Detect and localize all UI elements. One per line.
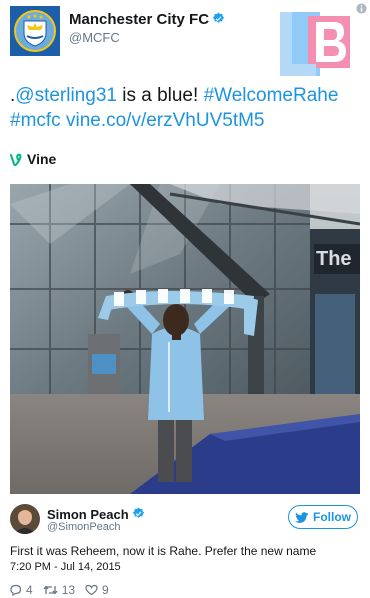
- vine-logo-icon: [10, 153, 22, 167]
- verified-badge-icon: [212, 12, 225, 23]
- lb-watermark: [278, 8, 354, 80]
- video-frame-image: The: [10, 184, 360, 494]
- reply-timestamp[interactable]: 7:20 PM - Jul 14, 2015: [10, 561, 121, 573]
- simon-peach-avatar[interactable]: [10, 504, 40, 534]
- account-name-text: Manchester City FC: [69, 11, 210, 28]
- follow-label: Follow: [313, 510, 351, 524]
- reply-author-handle[interactable]: @SimonPeach: [47, 521, 121, 533]
- vine-card-label[interactable]: Vine: [10, 151, 56, 169]
- follow-button[interactable]: Follow: [288, 505, 358, 529]
- tweet-link[interactable]: @sterling31: [15, 85, 117, 106]
- tweet-link[interactable]: #WelcomeRahe: [204, 85, 339, 106]
- reply-author-name-text: Simon Peach: [47, 507, 129, 522]
- tweet-embed: Manchester City FC @MCFC .@sterling31 is…: [0, 0, 370, 598]
- lb-logo-icon: [280, 12, 350, 76]
- vine-label: Vine: [27, 151, 57, 167]
- account-handle[interactable]: @MCFC: [69, 30, 120, 45]
- retweet-icon: [43, 585, 58, 595]
- like-count: 9: [102, 583, 109, 597]
- reply-tweet: Simon Peach @SimonPeach Follow First it …: [10, 503, 362, 597]
- reply-text: First it was Reheem, now it is Rahe. Pre…: [10, 544, 317, 558]
- reply-actions: 4 13 9: [10, 583, 119, 597]
- heart-icon: [85, 584, 98, 596]
- verified-badge-icon: [132, 507, 144, 518]
- tweet-link[interactable]: #mcfc: [10, 110, 61, 131]
- like-action[interactable]: 9: [85, 583, 109, 597]
- retweet-action[interactable]: 13: [43, 583, 75, 597]
- retweet-count: 13: [61, 583, 76, 597]
- info-icon[interactable]: [356, 3, 367, 14]
- tweet-text: .@sterling31 is a blue! #WelcomeRahe #mc…: [10, 83, 360, 133]
- reply-author-name[interactable]: Simon Peach: [47, 507, 145, 522]
- avatar-photo-icon: [10, 504, 40, 534]
- building-sign-text: The: [316, 248, 352, 270]
- vine-video-frame[interactable]: The: [10, 184, 360, 494]
- manchester-city-crest-icon: [10, 6, 60, 56]
- tweet-link[interactable]: vine.co/v/erzVhUV5tM5: [66, 110, 265, 131]
- reply-icon: [10, 584, 22, 596]
- mcfc-avatar[interactable]: [10, 6, 60, 56]
- reply-count: 4: [26, 583, 33, 597]
- twitter-bird-icon: [295, 511, 309, 523]
- reply-action[interactable]: 4: [10, 583, 33, 597]
- tweet-text-segment: is a blue!: [116, 85, 204, 106]
- account-name[interactable]: Manchester City FC: [69, 11, 225, 28]
